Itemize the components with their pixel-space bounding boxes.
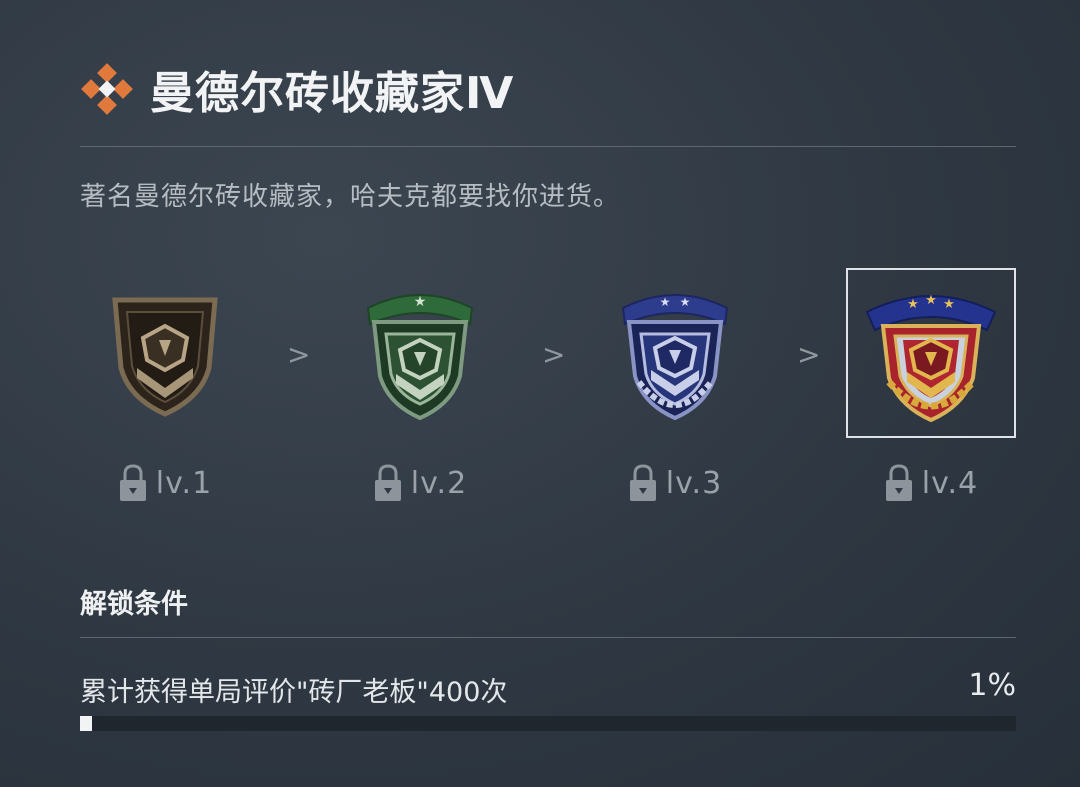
badge-level-row: > ★ > ★ ★ > ★ ★ ★ lv.1 lv.2 lv.3 lv.4 [80, 268, 1020, 518]
lock-icon [374, 464, 401, 501]
lock-icon [629, 464, 656, 501]
progress-percent: 1% [968, 668, 1016, 703]
level-label-1: lv.1 [80, 463, 250, 503]
badge-lv3[interactable]: ★ ★ [590, 268, 760, 438]
page-title: 曼德尔砖收藏家Ⅳ [150, 68, 515, 119]
level-arrow-2: > [542, 338, 566, 371]
achievement-detail-panel: 曼德尔砖收藏家Ⅳ 著名曼德尔砖收藏家，哈夫克都要找你进货。 > ★ > ★ ★ … [0, 0, 1080, 787]
level-arrow-1: > [287, 338, 311, 371]
lock-icon [885, 464, 912, 501]
unlock-condition-text: 累计获得单局评价"砖厂老板"400次 [80, 677, 508, 708]
progress-bar-fill [80, 716, 92, 731]
level-arrow-3: > [797, 338, 821, 371]
badge-lv1[interactable] [80, 268, 250, 438]
svg-text:★: ★ [925, 293, 937, 308]
green-shield-badge-icon: ★ [366, 294, 474, 421]
achievement-description: 著名曼德尔砖收藏家，哈夫克都要找你进货。 [80, 182, 621, 212]
header-divider [80, 146, 1016, 147]
gold-red-shield-badge-icon: ★ ★ ★ [865, 293, 997, 423]
level-label-4: lv.4 [846, 463, 1016, 503]
section-divider [80, 637, 1016, 638]
badge-lv2[interactable]: ★ [335, 268, 505, 438]
lock-icon [119, 464, 146, 501]
svg-text:★: ★ [680, 295, 691, 309]
blue-shield-badge-icon: ★ ★ [621, 294, 729, 421]
diamond-emblem-icon [81, 63, 133, 115]
progress-bar [80, 716, 1016, 731]
svg-text:★: ★ [943, 297, 955, 312]
level-label-3: lv.3 [590, 463, 760, 503]
svg-text:★: ★ [660, 295, 671, 309]
svg-text:★: ★ [907, 297, 919, 312]
header: 曼德尔砖收藏家Ⅳ [80, 58, 514, 120]
badge-lv4[interactable]: ★ ★ ★ [846, 268, 1016, 438]
bronze-shield-badge-icon [112, 297, 218, 417]
level-label-2: lv.2 [335, 463, 505, 503]
svg-text:★: ★ [414, 294, 427, 310]
unlock-section-title: 解锁条件 [80, 589, 188, 620]
